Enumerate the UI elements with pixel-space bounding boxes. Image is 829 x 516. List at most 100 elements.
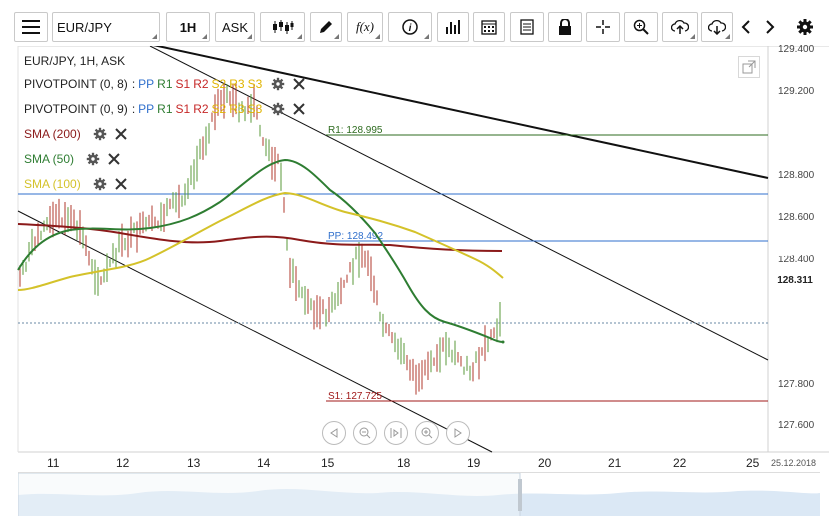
svg-text:i: i	[409, 23, 412, 34]
close-icon[interactable]	[108, 153, 120, 165]
overview-navigator[interactable]	[17, 472, 820, 516]
close-icon[interactable]	[114, 128, 127, 140]
popout-button[interactable]	[738, 56, 760, 78]
menu-button[interactable]	[14, 12, 48, 42]
s1-line-label: S1: 127.725	[328, 391, 382, 402]
last-price-marker	[501, 340, 505, 344]
indicator-pivot-9[interactable]: PIVOTPOINT (0, 9) : PP R1 S1 R2 S2 R3 S3	[24, 100, 305, 118]
level-pp: PP	[138, 102, 155, 116]
drawing-tool-button[interactable]	[310, 12, 342, 42]
close-icon[interactable]	[293, 103, 305, 115]
overview-window[interactable]	[17, 472, 521, 516]
zoom-button[interactable]	[624, 12, 658, 42]
price-tag-pivot: 128.713	[776, 188, 814, 200]
overview-chart	[17, 472, 820, 516]
chart-title: EUR/JPY, 1H, ASK	[24, 54, 126, 68]
popout-icon	[742, 60, 756, 74]
crosshair-icon	[596, 20, 610, 34]
upload-button[interactable]	[662, 12, 698, 42]
level-r2: R2	[193, 77, 209, 91]
x-axis-label: 14	[257, 456, 271, 470]
y-axis-label: 128.800	[778, 170, 815, 181]
level-r3: R3	[229, 102, 245, 116]
level-s2: S2	[211, 77, 227, 91]
indicators-button[interactable]: f(x)	[347, 12, 383, 42]
gear-icon[interactable]	[86, 152, 100, 166]
bar-chart-icon	[446, 20, 460, 34]
download-button[interactable]	[701, 12, 733, 42]
triangle-right-icon	[454, 428, 462, 438]
nav-zoom-out-button[interactable]	[353, 421, 377, 445]
gear-icon[interactable]	[271, 102, 285, 116]
level-s2: S2	[211, 102, 227, 116]
info-icon: i	[402, 19, 418, 35]
crosshair-button[interactable]	[586, 12, 620, 42]
trendline-channel-upper	[149, 46, 769, 361]
scroll-right-button[interactable]	[759, 12, 781, 42]
gear-icon[interactable]	[93, 127, 107, 141]
nav-back-button[interactable]	[322, 421, 346, 445]
indicator-name: PIVOTPOINT (0, 8)	[24, 77, 128, 91]
level-r2: R2	[193, 102, 209, 116]
chart-toolbar: EUR/JPY 1H ASK f(x) i	[0, 0, 829, 46]
level-r3: R3	[229, 77, 245, 91]
indicator-pivot-8[interactable]: PIVOTPOINT (0, 8) : PP R1 S1 R2 S2 R3 S3	[24, 75, 305, 93]
cloud-upload-icon	[671, 19, 689, 34]
chart-nav-controls	[322, 421, 472, 445]
indicator-sma-50[interactable]: SMA (50)	[24, 150, 120, 168]
nav-forward-button[interactable]	[446, 421, 470, 445]
timeframe-label: 1H	[179, 19, 197, 35]
candlestick-icon	[272, 20, 293, 34]
timeframe-selector[interactable]: 1H	[166, 12, 210, 42]
nav-reset-button[interactable]	[384, 421, 408, 445]
symbol-label: EUR/JPY	[57, 19, 112, 35]
chart-area[interactable]: R1: 128.995 PP: 128.492 S1: 127.725 EUR/…	[0, 44, 829, 516]
settings-button[interactable]	[792, 12, 818, 42]
indicator-sma-100[interactable]: SMA (100)	[24, 175, 127, 193]
price-tag-s1: 127.725	[776, 395, 814, 407]
x-axis-label: 22	[673, 456, 687, 470]
nav-zoom-in-button[interactable]	[415, 421, 439, 445]
calendar-button[interactable]	[473, 12, 505, 42]
info-button[interactable]: i	[388, 12, 432, 42]
pencil-icon	[320, 21, 332, 33]
price-tag-r1: 128.995	[776, 130, 814, 142]
gear-icon[interactable]	[93, 177, 107, 191]
x-axis-label: 21	[608, 456, 622, 470]
y-axis-label: 127.600	[778, 420, 815, 431]
y-axis-label: 127.800	[778, 379, 815, 390]
level-s1: S1	[175, 77, 191, 91]
x-axis-label: 19	[467, 456, 481, 470]
gear-icon[interactable]	[271, 77, 285, 91]
x-axis-label: 12	[116, 456, 130, 470]
price-tag-sma100: 128.311	[777, 274, 813, 286]
price-type-selector[interactable]: ASK	[215, 12, 255, 42]
x-axis-label: 20	[538, 456, 552, 470]
x-axis-label: 25	[746, 456, 760, 470]
indicator-name: SMA (100)	[24, 177, 81, 191]
indicator-name: SMA (50)	[24, 152, 75, 166]
scroll-left-button[interactable]	[735, 12, 757, 42]
hamburger-icon	[22, 20, 40, 34]
level-s3: S3	[247, 102, 263, 116]
fx-label: f(x)	[355, 19, 375, 34]
document-icon	[520, 19, 534, 35]
volume-button[interactable]	[437, 12, 469, 42]
overview-handle[interactable]	[518, 479, 522, 511]
r1-line-label: R1: 128.995	[328, 125, 383, 136]
close-icon[interactable]	[293, 78, 305, 90]
level-pp: PP	[138, 77, 155, 91]
lock-button[interactable]	[548, 12, 582, 42]
chevron-right-icon	[766, 20, 775, 34]
fit-icon	[390, 428, 402, 438]
chart-type-button[interactable]	[260, 12, 305, 42]
close-icon[interactable]	[114, 178, 127, 190]
x-axis-date-label: 25.12.2018	[771, 458, 817, 468]
indicator-sma-200[interactable]: SMA (200)	[24, 125, 127, 143]
x-axis-label: 15	[321, 456, 335, 470]
news-button[interactable]	[510, 12, 544, 42]
y-axis-label: 129.200	[778, 86, 815, 97]
x-axis-label: 11	[47, 456, 60, 470]
symbol-selector[interactable]: EUR/JPY	[52, 12, 160, 42]
y-axis-label: 128.600	[778, 212, 815, 223]
